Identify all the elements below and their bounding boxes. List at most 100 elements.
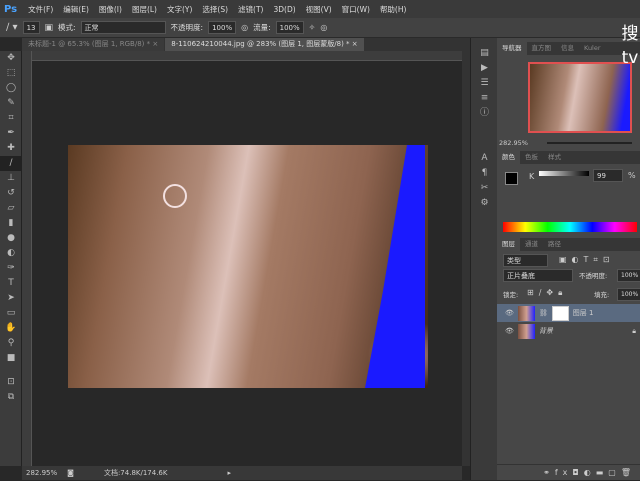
layers-tabs: 图层 通道 路径 — [497, 238, 640, 251]
lock-icons[interactable]: ⊞∕✥🔒︎ — [527, 288, 567, 298]
shape-tool-icon[interactable]: ▭ — [0, 306, 22, 321]
hand-tool-icon[interactable]: ✋ — [0, 321, 22, 336]
path-select-icon[interactable]: ➤ — [0, 291, 22, 306]
menu-filter[interactable]: 滤镜(T) — [233, 4, 268, 15]
menu-layer[interactable]: 图层(L) — [127, 4, 162, 15]
healing-brush-icon[interactable]: ✚ — [0, 141, 22, 156]
move-tool-icon[interactable]: ✥ — [0, 51, 22, 66]
brush-tool-icon[interactable]: ∕ — [0, 156, 22, 171]
screen-mode-icon[interactable]: ⧉ — [0, 390, 22, 405]
adjust-panel-icon[interactable]: ≡ — [471, 91, 498, 106]
filter-icons[interactable]: ▣◐T⌗⊡ — [559, 255, 615, 265]
eyedropper-icon[interactable]: ✒ — [0, 126, 22, 141]
clone-stamp-icon[interactable]: ⊥ — [0, 171, 22, 186]
status-menu-arrow-icon[interactable]: ▸ — [227, 469, 231, 477]
blend-mode-select[interactable]: 正片叠底 — [503, 269, 573, 282]
tab-channels[interactable]: 通道 — [520, 238, 543, 251]
tab-photo[interactable]: 8-110624210044.jpg @ 283% (图层 1, 图层蒙版/8)… — [165, 38, 364, 51]
flow-input[interactable]: 100% — [275, 21, 304, 34]
share-icon[interactable]: ◙ — [67, 469, 74, 477]
menu-file[interactable]: 文件(F) — [23, 4, 58, 15]
lasso-tool-icon[interactable]: ◯ — [0, 81, 22, 96]
navigator-thumbnail[interactable] — [528, 62, 632, 133]
zoom-level[interactable]: 282.95% — [26, 469, 57, 477]
quick-mask-icon[interactable]: ⊡ — [0, 375, 22, 390]
pressure-opacity-icon[interactable]: ◎ — [241, 23, 248, 32]
crop-tool-icon[interactable]: ⌗ — [0, 111, 22, 126]
tab-untitled[interactable]: 未标题-1 @ 65.3% (图层 1, RGB/8) * × — [22, 38, 165, 51]
menu-select[interactable]: 选择(S) — [197, 4, 233, 15]
new-group-icon[interactable]: ▬ — [596, 468, 609, 477]
menu-image[interactable]: 图像(I) — [94, 4, 127, 15]
link-layers-icon[interactable]: ⚭ — [543, 468, 555, 477]
gradient-icon[interactable]: ▮ — [0, 216, 22, 231]
menu-3d[interactable]: 3D(D) — [268, 5, 300, 14]
navigator-zoom[interactable]: 282.95% — [499, 139, 528, 147]
para-panel-icon[interactable]: ¶ — [471, 166, 498, 181]
menu-view[interactable]: 视图(V) — [301, 4, 337, 15]
clone-source-icon[interactable]: ⚙ — [471, 196, 498, 211]
eye-icon[interactable]: 👁︎ — [505, 309, 514, 317]
eraser-icon[interactable]: ▱ — [0, 201, 22, 216]
tab-styles[interactable]: 样式 — [543, 151, 566, 164]
layer-opacity-input[interactable]: 100% — [617, 269, 640, 282]
marquee-tool-icon[interactable]: ⬚ — [0, 66, 22, 81]
k-value[interactable]: 99 — [593, 169, 623, 182]
menu-help[interactable]: 帮助(H) — [375, 4, 412, 15]
pen-tool-icon[interactable]: ✑ — [0, 261, 22, 276]
link-icon[interactable]: ⛓︎ — [539, 309, 548, 317]
close-icon[interactable]: × — [152, 40, 158, 48]
tab-color[interactable]: 颜色 — [497, 151, 520, 164]
info-panel-icon[interactable]: ⓘ — [471, 106, 498, 121]
opacity-input[interactable]: 100% — [208, 21, 237, 34]
tools-preset-icon[interactable]: ✂ — [471, 181, 498, 196]
eye-icon[interactable]: 👁︎ — [505, 327, 514, 335]
color-spectrum[interactable] — [503, 222, 637, 232]
color-swatches-icon[interactable]: ■ — [0, 351, 22, 375]
brush-panel-icon[interactable]: ▣ — [45, 23, 54, 33]
menu-type[interactable]: 文字(Y) — [162, 4, 197, 15]
k-slider[interactable] — [539, 171, 589, 176]
zoom-tool-icon[interactable]: ⚲ — [0, 336, 22, 351]
brush-size-picker[interactable]: 13 — [22, 21, 40, 34]
layer-row-background[interactable]: 👁︎ 背景 🔒︎ — [497, 322, 640, 340]
add-mask-icon[interactable]: ◘ — [572, 468, 583, 477]
layer-mask-thumbnail[interactable] — [551, 305, 569, 321]
history-panel-icon[interactable]: ▤ — [471, 46, 498, 61]
adjustment-layer-icon[interactable]: ◐ — [584, 468, 596, 477]
airbrush-icon[interactable]: ✧ — [309, 23, 316, 32]
tab-histogram[interactable]: 直方图 — [527, 42, 557, 55]
char-panel-icon[interactable]: A — [471, 151, 498, 166]
history-brush-icon[interactable]: ↺ — [0, 186, 22, 201]
layer-filter-select[interactable]: 类型 — [503, 254, 548, 267]
quick-select-icon[interactable]: ✎ — [0, 96, 22, 111]
menu-window[interactable]: 窗口(W) — [337, 4, 375, 15]
navigator-zoom-slider[interactable] — [547, 142, 632, 144]
tab-kuler[interactable]: Kuler — [579, 42, 606, 55]
document-canvas[interactable] — [68, 145, 428, 388]
properties-panel-icon[interactable]: ☰ — [471, 76, 498, 91]
layer-row-layer1[interactable]: 👁︎ ⛓︎ 图层 1 — [497, 304, 640, 322]
actions-panel-icon[interactable]: ▶ — [471, 61, 498, 76]
layer-name[interactable]: 背景 — [539, 326, 553, 336]
fill-input[interactable]: 100% — [617, 288, 640, 301]
tab-navigator[interactable]: 导航器 — [497, 42, 527, 55]
new-layer-icon[interactable]: ▢ — [608, 468, 621, 477]
mode-select[interactable]: 正常 — [80, 21, 166, 34]
dodge-icon[interactable]: ◐ — [0, 246, 22, 261]
tab-info[interactable]: 信息 — [556, 42, 579, 55]
brush-icon[interactable]: ∕ ▾ — [6, 22, 18, 33]
layer-name[interactable]: 图层 1 — [573, 308, 594, 318]
close-icon[interactable]: × — [352, 40, 358, 48]
tab-paths[interactable]: 路径 — [543, 238, 566, 251]
pressure-size-icon[interactable]: ◎ — [320, 23, 327, 32]
fx-icon[interactable]: fx — [555, 468, 573, 477]
menu-edit[interactable]: 编辑(E) — [58, 4, 94, 15]
foreground-color[interactable] — [505, 172, 518, 185]
delete-layer-icon[interactable]: 🗑︎ — [621, 468, 636, 477]
tab-layers[interactable]: 图层 — [497, 238, 520, 251]
type-tool-icon[interactable]: T — [0, 276, 22, 291]
vertical-scrollbar[interactable] — [462, 51, 470, 466]
blur-icon[interactable]: ● — [0, 231, 22, 246]
tab-swatches[interactable]: 色板 — [520, 151, 543, 164]
